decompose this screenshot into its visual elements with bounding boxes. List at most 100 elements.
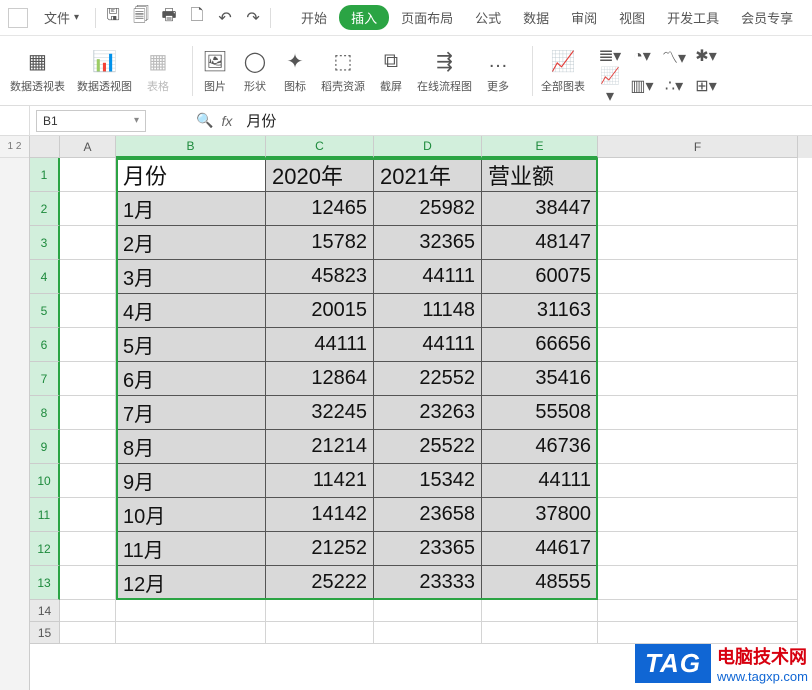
cell[interactable]: [266, 622, 374, 644]
row-header[interactable]: 1: [30, 158, 60, 192]
pie-chart-icon[interactable]: ◔▾: [629, 46, 655, 66]
col-header-F[interactable]: F: [598, 136, 798, 158]
cell[interactable]: 48147: [482, 226, 598, 260]
cell[interactable]: [598, 226, 798, 260]
cell[interactable]: 23263: [374, 396, 482, 430]
cell[interactable]: 66656: [482, 328, 598, 362]
formula-input[interactable]: 月份: [242, 108, 812, 133]
file-menu-button[interactable]: 文件: [36, 4, 87, 31]
cell[interactable]: 11月: [116, 532, 266, 566]
save-icon[interactable]: 🖫: [104, 4, 122, 31]
ribbon-resources[interactable]: ⬚稻壳资源: [321, 48, 365, 94]
cell[interactable]: [60, 396, 116, 430]
cell[interactable]: [60, 566, 116, 600]
combo-chart-icon[interactable]: ⊞▾: [693, 76, 719, 96]
cell[interactable]: 11148: [374, 294, 482, 328]
cell[interactable]: 10月: [116, 498, 266, 532]
radar-chart-icon[interactable]: ✱▾: [693, 46, 719, 66]
name-box[interactable]: B1: [36, 110, 146, 132]
fx-label[interactable]: fx: [221, 113, 232, 129]
menu-tab-2[interactable]: 页面布局: [391, 4, 463, 31]
saveas-icon[interactable]: 🗐: [132, 4, 150, 31]
ribbon-table[interactable]: ▦表格: [144, 48, 172, 94]
cell[interactable]: 37800: [482, 498, 598, 532]
cell[interactable]: [60, 622, 116, 644]
cell[interactable]: [482, 600, 598, 622]
col-header-A[interactable]: A: [60, 136, 116, 158]
menu-tab-4[interactable]: 数据: [513, 4, 559, 31]
cell[interactable]: 2020年: [266, 158, 374, 192]
cell[interactable]: [60, 294, 116, 328]
cell[interactable]: [598, 532, 798, 566]
menu-tab-7[interactable]: 开发工具: [657, 4, 729, 31]
cell[interactable]: [598, 498, 798, 532]
cell[interactable]: [598, 464, 798, 498]
cell[interactable]: 44111: [374, 260, 482, 294]
cell[interactable]: 21252: [266, 532, 374, 566]
cell[interactable]: 14142: [266, 498, 374, 532]
cell[interactable]: [598, 158, 798, 192]
row-header[interactable]: 6: [30, 328, 60, 362]
cell[interactable]: [60, 362, 116, 396]
cell[interactable]: 2月: [116, 226, 266, 260]
cell[interactable]: [598, 192, 798, 226]
cell[interactable]: 38447: [482, 192, 598, 226]
cell[interactable]: [598, 566, 798, 600]
cell[interactable]: 6月: [116, 362, 266, 396]
cell[interactable]: [482, 622, 598, 644]
menu-tab-3[interactable]: 公式: [465, 4, 511, 31]
cell[interactable]: [116, 600, 266, 622]
cell[interactable]: [60, 260, 116, 294]
row-header[interactable]: 9: [30, 430, 60, 464]
cell[interactable]: [60, 192, 116, 226]
cell[interactable]: [266, 600, 374, 622]
cell[interactable]: 25982: [374, 192, 482, 226]
cell[interactable]: 15782: [266, 226, 374, 260]
cell[interactable]: 44111: [266, 328, 374, 362]
ribbon-icons[interactable]: ✦图标: [281, 48, 309, 94]
redo-icon[interactable]: ↷: [244, 8, 262, 28]
fx-search-icon[interactable]: 🔍: [196, 112, 213, 129]
cell[interactable]: 1月: [116, 192, 266, 226]
cell[interactable]: 8月: [116, 430, 266, 464]
bar-chart-icon[interactable]: 𝌆▾: [597, 46, 623, 66]
menu-tab-8[interactable]: 会员专享: [731, 4, 803, 31]
column-chart-icon[interactable]: ▥▾: [629, 76, 655, 96]
ribbon-pivot-table[interactable]: ▦数据透视表: [10, 48, 65, 94]
ribbon-shapes[interactable]: ◯形状: [241, 48, 269, 94]
cell[interactable]: 23333: [374, 566, 482, 600]
menu-tab-5[interactable]: 审阅: [561, 4, 607, 31]
undo-icon[interactable]: ↶: [216, 8, 234, 28]
select-all-corner[interactable]: [30, 136, 60, 158]
row-header[interactable]: 8: [30, 396, 60, 430]
cell[interactable]: 23365: [374, 532, 482, 566]
menu-tab-0[interactable]: 开始: [291, 4, 337, 31]
row-header[interactable]: 14: [30, 600, 60, 622]
row-header[interactable]: 13: [30, 566, 60, 600]
cell[interactable]: 12月: [116, 566, 266, 600]
ribbon-picture[interactable]: 🖼图片: [201, 48, 229, 94]
cell[interactable]: [60, 226, 116, 260]
row-header[interactable]: 3: [30, 226, 60, 260]
cell[interactable]: [598, 362, 798, 396]
cell[interactable]: 20015: [266, 294, 374, 328]
menu-tab-1[interactable]: 插入: [339, 5, 389, 30]
cell[interactable]: [598, 294, 798, 328]
cell[interactable]: [60, 328, 116, 362]
cell[interactable]: 44111: [482, 464, 598, 498]
cell[interactable]: 25222: [266, 566, 374, 600]
cell[interactable]: [60, 464, 116, 498]
cell[interactable]: 11421: [266, 464, 374, 498]
cell[interactable]: 55508: [482, 396, 598, 430]
cell[interactable]: [598, 430, 798, 464]
col-header-B[interactable]: B: [116, 136, 266, 158]
cell[interactable]: [60, 430, 116, 464]
cell[interactable]: 32245: [266, 396, 374, 430]
cell[interactable]: 5月: [116, 328, 266, 362]
cell[interactable]: 3月: [116, 260, 266, 294]
cell[interactable]: [374, 600, 482, 622]
preview-icon[interactable]: 🗋: [188, 4, 206, 31]
cell[interactable]: 48555: [482, 566, 598, 600]
cell[interactable]: 60075: [482, 260, 598, 294]
row-header[interactable]: 4: [30, 260, 60, 294]
